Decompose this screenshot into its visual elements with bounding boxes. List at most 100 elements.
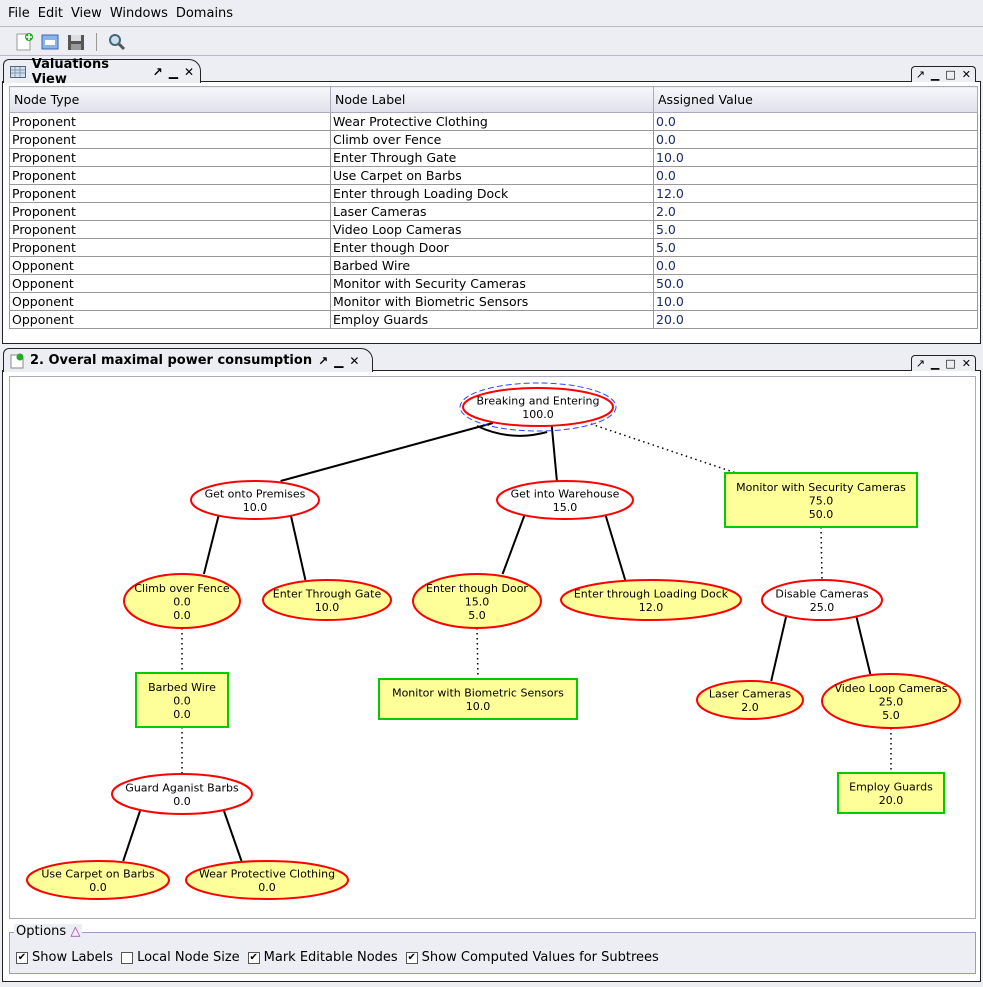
tree-node-barbed[interactable]: Barbed Wire0.00.0 xyxy=(135,672,229,728)
cell-node-type[interactable]: Proponent xyxy=(9,166,331,185)
checkbox-label[interactable]: Mark Editable Nodes xyxy=(264,950,398,965)
table-row[interactable]: Opponent Barbed Wire 0.0 xyxy=(9,256,978,275)
tree-node-laser[interactable]: Laser Cameras2.0 xyxy=(696,680,804,720)
cell-assigned-value[interactable]: 2.0 xyxy=(653,202,978,221)
cell-assigned-value[interactable]: 10.0 xyxy=(653,292,978,311)
cell-node-label[interactable]: Video Loop Cameras xyxy=(330,220,654,239)
tree-node-ware[interactable]: Get into Warehouse15.0 xyxy=(496,480,634,520)
checkbox-mark-editable-nodes[interactable]: ✔ xyxy=(247,951,260,964)
table-row[interactable]: Opponent Monitor with Security Cameras 50.… xyxy=(9,274,978,293)
cell-node-label[interactable]: Barbed Wire xyxy=(330,256,654,275)
tree-node-fence[interactable]: Climb over Fence0.00.0 xyxy=(123,573,241,629)
search-icon[interactable] xyxy=(107,32,127,52)
cell-node-label[interactable]: Wear Protective Clothing xyxy=(330,112,654,131)
menu-domains[interactable]: Domains xyxy=(176,6,233,21)
restore-icon[interactable]: ↗ xyxy=(916,68,925,81)
cell-node-type[interactable]: Proponent xyxy=(9,112,331,131)
table-row[interactable]: Proponent Enter though Door 5.0 xyxy=(9,238,978,257)
minimize-icon[interactable]: ▁ xyxy=(931,68,939,81)
minimize-icon[interactable]: ▁ xyxy=(931,357,939,370)
close-icon[interactable]: ✕ xyxy=(962,68,971,81)
close-icon[interactable]: ✕ xyxy=(962,357,971,370)
close-icon[interactable]: ✕ xyxy=(184,65,194,79)
cell-node-type[interactable]: Opponent xyxy=(9,292,331,311)
collapse-triangle-icon[interactable]: △ xyxy=(70,924,80,939)
cell-node-type[interactable]: Proponent xyxy=(9,148,331,167)
table-row[interactable]: Proponent Use Carpet on Barbs 0.0 xyxy=(9,166,978,185)
checkbox-local-node-size[interactable] xyxy=(121,951,134,964)
cell-assigned-value[interactable]: 20.0 xyxy=(653,310,978,329)
menu-windows[interactable]: Windows xyxy=(110,6,168,21)
maximize-icon[interactable]: ↗ xyxy=(318,354,328,368)
tree-node-bio[interactable]: Monitor with Biometric Sensors10.0 xyxy=(378,678,578,720)
cell-assigned-value[interactable]: 5.0 xyxy=(653,238,978,257)
cell-node-type[interactable]: Opponent xyxy=(9,256,331,275)
table-row[interactable]: Proponent Climb over Fence 0.0 xyxy=(9,130,978,149)
minimize-icon[interactable]: ▁ xyxy=(334,354,343,368)
tree-node-loop[interactable]: Video Loop Cameras25.05.0 xyxy=(821,673,961,729)
table-row[interactable]: Opponent Monitor with Biometric Sensors 10… xyxy=(9,292,978,311)
tree-node-gate[interactable]: Enter Through Gate10.0 xyxy=(262,579,392,621)
table-row[interactable]: Proponent Video Loop Cameras 5.0 xyxy=(9,220,978,239)
table-row[interactable]: Opponent Employ Guards 20.0 xyxy=(9,310,978,329)
cell-assigned-value[interactable]: 0.0 xyxy=(653,112,978,131)
cell-node-type[interactable]: Proponent xyxy=(9,202,331,221)
new-icon[interactable] xyxy=(14,32,34,52)
cell-assigned-value[interactable]: 0.0 xyxy=(653,166,978,185)
cell-node-label[interactable]: Climb over Fence xyxy=(330,130,654,149)
tree-node-dock[interactable]: Enter through Loading Dock12.0 xyxy=(560,579,742,621)
cell-node-label[interactable]: Enter through Loading Dock xyxy=(330,184,654,203)
tree-node-msc[interactable]: Monitor with Security Cameras75.050.0 xyxy=(724,472,918,528)
cell-node-label[interactable]: Laser Cameras xyxy=(330,202,654,221)
tree-node-carpet[interactable]: Use Carpet on Barbs0.0 xyxy=(26,860,170,900)
table-row[interactable]: Proponent Wear Protective Clothing 0.0 xyxy=(9,112,978,131)
checkbox-label[interactable]: Local Node Size xyxy=(137,950,240,965)
close-icon[interactable]: ✕ xyxy=(349,354,359,368)
menu-view[interactable]: View xyxy=(71,6,102,21)
cell-assigned-value[interactable]: 10.0 xyxy=(653,148,978,167)
print-icon[interactable] xyxy=(40,32,60,52)
checkbox-show-computed-values-for-subtrees[interactable]: ✔ xyxy=(405,951,418,964)
cell-node-label[interactable]: Use Carpet on Barbs xyxy=(330,166,654,185)
checkbox-label[interactable]: Show Computed Values for Subtrees xyxy=(422,950,659,965)
checkbox-label[interactable]: Show Labels xyxy=(32,950,113,965)
cell-node-label[interactable]: Enter Through Gate xyxy=(330,148,654,167)
column-header-node-type[interactable]: Node Type xyxy=(9,86,331,113)
column-header-assigned-value[interactable]: Assigned Value xyxy=(653,86,978,113)
options-legend[interactable]: Options △ xyxy=(14,924,83,939)
cell-node-label[interactable]: Monitor with Security Cameras xyxy=(330,274,654,293)
cell-node-label[interactable]: Employ Guards xyxy=(330,310,654,329)
cell-node-type[interactable]: Proponent xyxy=(9,238,331,257)
checkbox-show-labels[interactable]: ✔ xyxy=(16,951,28,964)
menu-edit[interactable]: Edit xyxy=(38,6,63,21)
cell-node-type[interactable]: Opponent xyxy=(9,310,331,329)
cell-node-type[interactable]: Opponent xyxy=(9,274,331,293)
tree-node-guards[interactable]: Employ Guards20.0 xyxy=(837,772,945,814)
tab-tree-view[interactable]: 2. Overal maximal power consumption ↗ ▁ ✕ xyxy=(3,348,373,372)
cell-node-type[interactable]: Proponent xyxy=(9,220,331,239)
column-header-node-label[interactable]: Node Label xyxy=(330,86,654,113)
maximize-icon[interactable]: ↗ xyxy=(153,65,163,79)
tree-node-door[interactable]: Enter though Door15.05.0 xyxy=(412,573,542,629)
tab-valuations-view[interactable]: Valuations View ↗ ▁ ✕ xyxy=(3,57,201,87)
cell-node-label[interactable]: Monitor with Biometric Sensors xyxy=(330,292,654,311)
save-icon[interactable] xyxy=(66,32,86,52)
table-row[interactable]: Proponent Enter Through Gate 10.0 xyxy=(9,148,978,167)
tree-node-disable[interactable]: Disable Cameras25.0 xyxy=(761,579,883,621)
table-row[interactable]: Proponent Enter through Loading Dock 12.0 xyxy=(9,184,978,203)
cell-node-type[interactable]: Proponent xyxy=(9,130,331,149)
restore-icon[interactable]: ↗ xyxy=(916,357,925,370)
cell-assigned-value[interactable]: 0.0 xyxy=(653,130,978,149)
cell-node-label[interactable]: Enter though Door xyxy=(330,238,654,257)
cell-assigned-value[interactable]: 50.0 xyxy=(653,274,978,293)
tree-node-prem[interactable]: Get onto Premises10.0 xyxy=(190,480,320,520)
tree-node-guardb[interactable]: Guard Aganist Barbs0.0 xyxy=(111,773,253,815)
menu-file[interactable]: File xyxy=(8,6,30,21)
cell-node-type[interactable]: Proponent xyxy=(9,184,331,203)
cell-assigned-value[interactable]: 12.0 xyxy=(653,184,978,203)
cell-assigned-value[interactable]: 5.0 xyxy=(653,220,978,239)
minimize-icon[interactable]: ▁ xyxy=(169,65,178,79)
tree-canvas[interactable]: Breaking and Entering 100.0 Get onto Premi… xyxy=(9,376,976,919)
maximize-icon[interactable]: □ xyxy=(945,357,955,370)
table-row[interactable]: Proponent Laser Cameras 2.0 xyxy=(9,202,978,221)
